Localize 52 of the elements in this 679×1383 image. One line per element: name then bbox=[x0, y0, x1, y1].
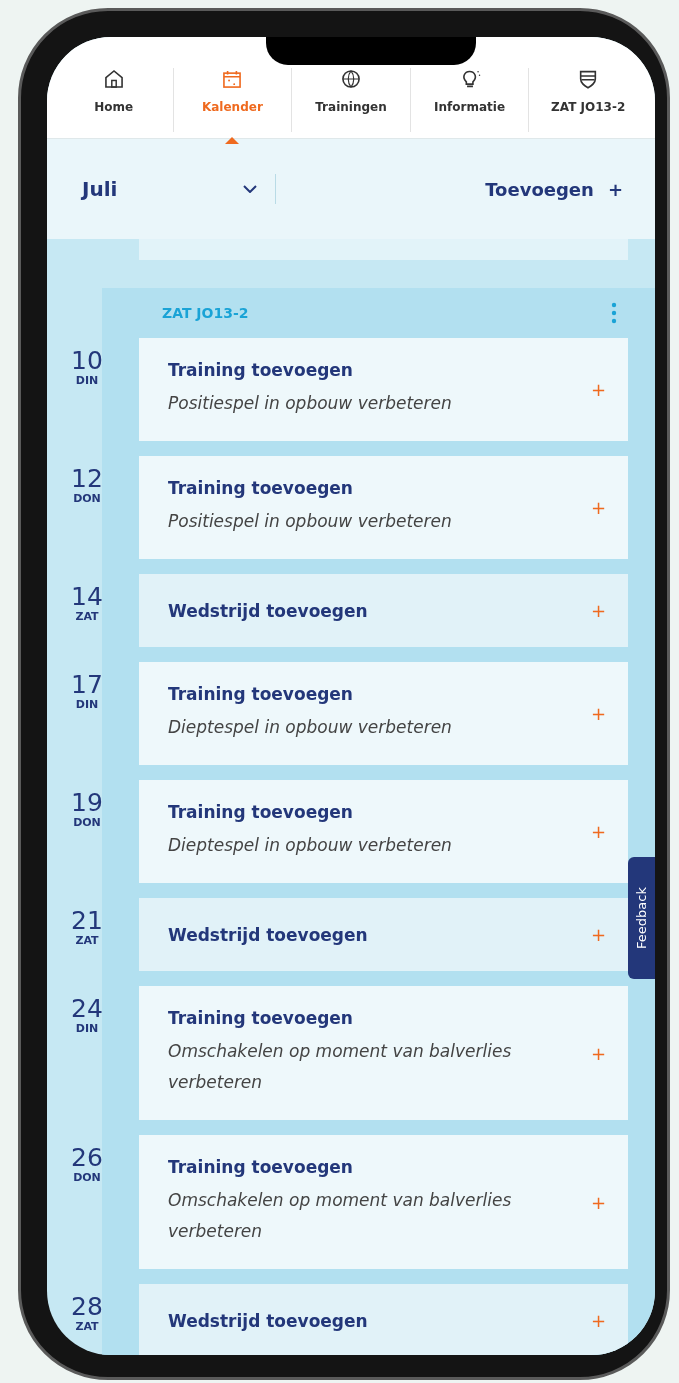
day-number: 19 bbox=[71, 790, 103, 816]
event-title: Training toevoegen bbox=[168, 1008, 354, 1028]
day-number: 17 bbox=[71, 672, 103, 698]
nav-tab[interactable]: ZAT JO13-2 bbox=[528, 68, 647, 132]
day-number: 21 bbox=[71, 908, 103, 934]
weekday-label: DIN bbox=[75, 1022, 99, 1035]
weekday-label: DON bbox=[73, 492, 101, 505]
day-number: 10 bbox=[71, 348, 103, 374]
team-title: ZAT JO13-2 bbox=[162, 305, 249, 321]
event-subtitle: Positiespel in opbouw verbeteren bbox=[168, 392, 453, 415]
nav-tab[interactable]: Home bbox=[55, 68, 173, 132]
day-number: 12 bbox=[71, 466, 103, 492]
event-card[interactable]: Training toevoegen Positiespel in opbouw verbeteren + bbox=[139, 456, 628, 559]
event-subtitle: Positiespel in opbouw verbeteren bbox=[168, 510, 453, 533]
weekday-label: DIN bbox=[75, 374, 99, 387]
event-title: Wedstrijd toevoegen bbox=[168, 600, 369, 621]
event-card[interactable]: Training toevoegen Positiespel in opbouw verbeteren + bbox=[139, 338, 628, 441]
event-title: Training toevoegen bbox=[168, 1157, 354, 1177]
add-button[interactable]: Toevoegen + bbox=[479, 177, 629, 201]
weekday-label: DON bbox=[73, 1171, 101, 1184]
event-title: Training toevoegen bbox=[168, 684, 354, 704]
event-card[interactable]: Wedstrijd toevoegen + bbox=[139, 574, 628, 647]
event-card[interactable]: Training toevoegen Dieptespel in opbouw verbeteren + bbox=[139, 662, 628, 765]
event-subtitle: Dieptespel in opbouw verbeteren bbox=[168, 834, 453, 857]
day-number: 28 bbox=[71, 1294, 103, 1320]
day-number: 24 bbox=[71, 996, 103, 1022]
nav-tab[interactable]: Informatie bbox=[409, 68, 529, 132]
event-subtitle: Omschakelen op moment van balverlies verbeteren bbox=[168, 1189, 513, 1243]
event-subtitle: Dieptespel in opbouw verbeteren bbox=[168, 716, 453, 739]
event-card[interactable]: Wedstrijd toevoegen + bbox=[139, 898, 628, 971]
day-number: 14 bbox=[71, 584, 103, 610]
chevron-down-icon bbox=[243, 185, 257, 193]
event-card[interactable]: Training toevoegen Omschakelen op moment van balverlies verbeteren + bbox=[139, 1135, 628, 1269]
weekday-label: ZAT bbox=[75, 610, 99, 623]
more-options-icon[interactable] bbox=[611, 302, 617, 324]
event-title: Wedstrijd toevoegen bbox=[168, 924, 369, 945]
event-title: Training toevoegen bbox=[168, 360, 354, 380]
weekday-label: DON bbox=[73, 816, 101, 829]
event-subtitle: Omschakelen op moment van balverlies verbeteren bbox=[168, 1040, 513, 1094]
event-title: Wedstrijd toevoegen bbox=[168, 1310, 369, 1331]
nav-tab[interactable]: Trainingen bbox=[291, 68, 410, 132]
feedback-tab[interactable]: Feedback bbox=[628, 857, 655, 979]
month-dropdown[interactable]: Juli bbox=[82, 177, 257, 201]
event-card[interactable]: Wedstrijd toevoegen + bbox=[139, 1284, 628, 1355]
weekday-label: ZAT bbox=[75, 1320, 99, 1333]
event-title: Training toevoegen bbox=[168, 478, 354, 498]
weekday-label: ZAT bbox=[75, 934, 99, 947]
event-card[interactable]: Training toevoegen Dieptespel in opbouw verbeteren + bbox=[139, 780, 628, 883]
event-card[interactable]: Training toevoegen Omschakelen op moment van balverlies verbeteren + bbox=[139, 986, 628, 1120]
day-number: 26 bbox=[71, 1145, 103, 1171]
weekday-label: DIN bbox=[75, 698, 99, 711]
event-title: Training toevoegen bbox=[168, 802, 354, 822]
